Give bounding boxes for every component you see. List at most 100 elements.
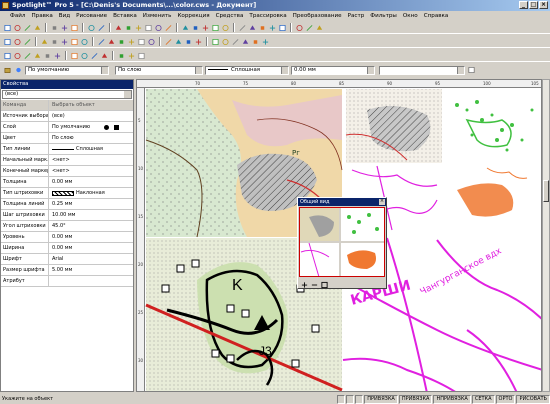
menu-item-11[interactable]: Фильтры (370, 11, 397, 21)
property-row[interactable]: Шаг штриховки 10.00 мм (1, 210, 133, 221)
property-value[interactable]: 0.00 мм (49, 177, 133, 187)
minimize-button[interactable]: _ (519, 1, 528, 9)
refresh-icon[interactable] (154, 23, 163, 32)
align-icon[interactable] (70, 37, 79, 46)
property-value[interactable]: Сплошная (49, 144, 133, 154)
fill-icon[interactable] (211, 37, 220, 46)
property-row[interactable]: Угол штриховки 45.0° (1, 221, 133, 232)
property-row[interactable]: Толщина линий 0.25 мм (1, 199, 133, 210)
property-value[interactable]: <нет> (49, 155, 133, 165)
overview-thumbnail[interactable] (299, 207, 385, 278)
status-toggle-0[interactable]: ПРИВЯЗКА (364, 394, 398, 404)
layer-select[interactable]: По умолчанию (25, 65, 109, 75)
despeckle-icon[interactable] (194, 37, 203, 46)
status-toggle-1[interactable]: ПРИВЯЗКА (398, 394, 433, 404)
brush-icon[interactable] (231, 37, 240, 46)
menu-item-12[interactable]: Окно (403, 11, 418, 21)
line-icon[interactable] (211, 23, 220, 32)
delete-icon[interactable] (191, 23, 200, 32)
help-icon[interactable] (315, 23, 324, 32)
zoom-out-icon[interactable] (124, 23, 133, 32)
property-row[interactable]: Тип линии Сплошная (1, 144, 133, 155)
wand-icon[interactable] (261, 37, 270, 46)
property-row[interactable]: Атрибут (1, 276, 133, 287)
select-icon[interactable] (201, 23, 210, 32)
dim-tool-icon[interactable] (70, 51, 79, 60)
overview-close-icon[interactable]: × (379, 199, 385, 205)
menu-item-9[interactable]: Преобразование (293, 11, 342, 21)
copy-icon[interactable] (60, 23, 69, 32)
layer-visible-icon[interactable] (104, 124, 110, 130)
arc-tool-icon[interactable] (13, 51, 22, 60)
erase-icon[interactable] (221, 37, 230, 46)
property-value[interactable]: Наклонная (49, 188, 133, 198)
clean-icon[interactable] (184, 37, 193, 46)
polygon-tool-icon[interactable] (43, 51, 52, 60)
property-value[interactable]: 0.00 мм (49, 243, 133, 253)
extra-select[interactable] (379, 65, 465, 75)
menu-item-5[interactable]: Изменить (143, 11, 172, 21)
overview-window[interactable]: Общий вид × (297, 197, 387, 289)
status-toggle-2[interactable]: НПРИВЯЗКА (433, 394, 471, 404)
trace-icon[interactable] (164, 37, 173, 46)
property-row[interactable]: Цвет По слою (1, 133, 133, 144)
pan-icon[interactable] (134, 23, 143, 32)
redo-icon[interactable] (97, 23, 106, 32)
property-value[interactable]: Arial (49, 254, 133, 264)
layer-visible-icon[interactable] (14, 66, 23, 75)
grid-icon[interactable] (144, 23, 153, 32)
color-select[interactable]: По слою (115, 65, 203, 75)
menu-item-6[interactable]: Коррекция (177, 11, 209, 21)
trim-icon[interactable] (80, 37, 89, 46)
property-value[interactable]: По умолчанию (49, 122, 133, 132)
rotate-icon[interactable] (40, 37, 49, 46)
property-value[interactable]: 10.00 мм (49, 210, 133, 220)
save-icon[interactable] (23, 23, 32, 32)
open-icon[interactable] (13, 23, 22, 32)
curve-tool-icon[interactable] (100, 51, 109, 60)
lineweight-select[interactable]: 0.00 мм (291, 65, 375, 75)
menu-item-1[interactable]: Правка (31, 11, 52, 21)
property-value[interactable]: 5.00 мм (49, 265, 133, 275)
new-icon[interactable] (3, 23, 12, 32)
scroll-thumb[interactable] (543, 180, 549, 202)
apply-icon[interactable] (467, 66, 476, 75)
rotate-icon[interactable] (248, 23, 257, 32)
vectorize-icon[interactable] (174, 37, 183, 46)
property-row[interactable]: Начальный марк... <нет> (1, 155, 133, 166)
property-row[interactable]: Конечный маркер <нет> (1, 166, 133, 177)
property-row[interactable]: Ширина 0.00 мм (1, 243, 133, 254)
property-value[interactable]: По слою (49, 133, 133, 143)
property-row[interactable]: Размер шрифта 5.00 мм (1, 265, 133, 276)
rect-tool-icon[interactable] (33, 51, 42, 60)
chamfer-icon[interactable] (137, 37, 146, 46)
snap-tool-icon[interactable] (137, 51, 146, 60)
move-icon[interactable] (23, 37, 32, 46)
overview-zoom-in-icon[interactable] (300, 280, 309, 289)
close-button[interactable]: × (539, 1, 548, 9)
menu-item-3[interactable]: Рисование (76, 11, 107, 21)
property-row[interactable]: Уровень 0.00 мм (1, 232, 133, 243)
linetype-select[interactable]: Сплошная (205, 65, 289, 75)
property-value[interactable]: 0.25 мм (49, 199, 133, 209)
object-filter-select[interactable]: (все) (2, 90, 132, 99)
circle-icon[interactable] (238, 23, 247, 32)
circle-tool-icon[interactable] (23, 51, 32, 60)
zoom-in-icon[interactable] (114, 23, 123, 32)
pointer-icon[interactable] (3, 37, 12, 46)
layer-icon[interactable] (3, 66, 12, 75)
menu-item-4[interactable]: Вставка (113, 11, 137, 21)
undo-icon[interactable] (87, 23, 96, 32)
scale-icon[interactable] (50, 37, 59, 46)
property-row[interactable]: Источник выбора (все) (1, 111, 133, 122)
vertical-scrollbar[interactable] (542, 79, 550, 392)
raster-icon[interactable] (278, 23, 287, 32)
overview-title-bar[interactable]: Общий вид × (298, 198, 386, 206)
menu-item-13[interactable]: Справка (424, 11, 449, 21)
layer-lock-icon[interactable] (114, 124, 120, 130)
overview-zoom-out-icon[interactable] (310, 280, 319, 289)
status-toggle-5[interactable]: РИСОВАТЬ (516, 394, 550, 404)
overview-fit-icon[interactable] (320, 280, 329, 289)
mirror-icon[interactable] (60, 37, 69, 46)
break-icon[interactable] (117, 37, 126, 46)
